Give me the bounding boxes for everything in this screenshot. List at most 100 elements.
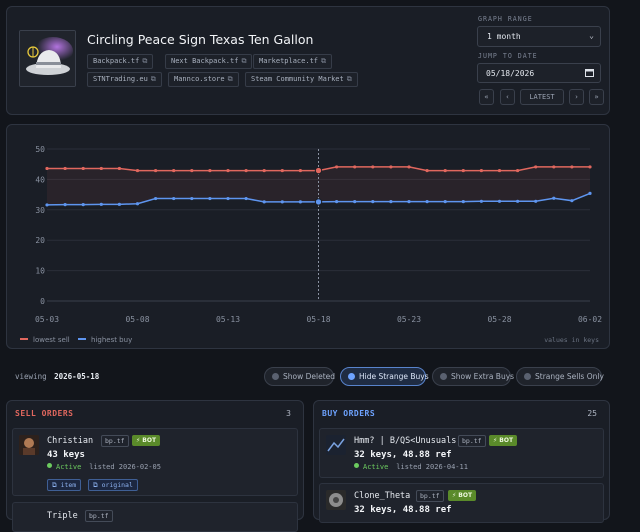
link-stntrading[interactable]: STNTrading.eu ⧉	[87, 72, 162, 87]
x-tick-label: 05-28	[487, 315, 511, 324]
avatar	[326, 490, 346, 510]
original-link[interactable]: ⧉ original	[88, 479, 138, 491]
x-tick-label: 05-13	[216, 315, 240, 324]
avatar	[19, 435, 39, 455]
data-point	[190, 196, 194, 201]
data-point	[389, 199, 393, 204]
order-username[interactable]: Clone_Theta	[354, 491, 410, 501]
avatar	[326, 435, 346, 455]
data-point	[154, 196, 158, 201]
order-card[interactable]: Christian bp.tf ⚡ BOT 43 keys Active list…	[12, 428, 298, 496]
data-point	[45, 203, 49, 207]
data-point	[208, 168, 212, 173]
show-extra-buys-toggle[interactable]: Show Extra Buys	[432, 367, 514, 386]
order-card[interactable]: Clone_Theta bp.tf ⚡ BOT 32 keys, 48.88 r…	[319, 483, 604, 523]
order-status: Active listed 2026-04-11	[354, 463, 468, 471]
data-point	[389, 165, 393, 169]
viewing-indicator: viewing 2026-05-18	[15, 372, 99, 381]
link-steam-community-market[interactable]: Steam Community Market ⧉	[245, 72, 358, 87]
y-tick-label: 10	[35, 267, 45, 276]
bptf-tag[interactable]: bp.tf	[101, 435, 129, 447]
status-active: Active	[47, 463, 81, 471]
jump-to-date-input[interactable]: 05/18/2026	[477, 63, 601, 83]
order-card[interactable]: Triple bp.tf	[12, 502, 298, 532]
data-point	[298, 200, 302, 204]
order-card[interactable]: Hmm? | B/QS<Unusuals bp.tf ⚡ BOT 32 keys…	[319, 428, 604, 478]
data-point	[407, 199, 411, 204]
bptf-tag[interactable]: bp.tf	[85, 510, 113, 522]
marker-point	[314, 166, 323, 175]
data-point	[280, 200, 284, 204]
nav-prev-button[interactable]: ‹	[500, 89, 515, 105]
data-point	[371, 199, 375, 204]
listed-date: listed 2026-02-05	[89, 463, 161, 471]
jump-to-date-label: JUMP TO DATE	[478, 52, 538, 60]
order-username[interactable]: Hmm? | B/QS<Unusuals	[354, 436, 456, 446]
bptf-tag[interactable]: bp.tf	[416, 490, 444, 502]
link-label: Next Backpack.tf	[171, 57, 239, 65]
graph-range-select[interactable]: 1 month ⌄	[477, 26, 601, 47]
data-point	[443, 168, 447, 173]
calendar-icon[interactable]	[585, 68, 594, 79]
nav-last-button[interactable]: »	[589, 89, 604, 105]
data-point	[461, 199, 465, 204]
data-point	[371, 165, 375, 169]
data-point	[45, 166, 49, 171]
data-point	[335, 199, 339, 204]
link-label: Backpack.tf	[93, 57, 140, 65]
listed-date: listed 2026-04-11	[396, 463, 468, 471]
external-link-icon: ⧉	[93, 481, 102, 489]
marker-point	[314, 198, 323, 206]
external-link-icon: ⧉	[346, 75, 352, 83]
external-link-icon: ⧉	[241, 57, 247, 65]
link-mannco-store[interactable]: Mannco.store ⧉	[168, 72, 239, 87]
external-link-icon: ⧉	[142, 57, 148, 65]
item-link[interactable]: ⧉ item	[47, 479, 82, 491]
bot-badge: ⚡ BOT	[448, 490, 477, 501]
data-point	[81, 166, 85, 171]
x-tick-label: 05-08	[125, 315, 149, 324]
data-point	[117, 202, 121, 206]
show-deleted-toggle[interactable]: Show Deleted	[264, 367, 335, 386]
y-tick-label: 20	[35, 236, 45, 245]
sell-orders-title: SELL ORDERS	[15, 409, 74, 418]
buy-orders-count: 25	[587, 409, 597, 418]
data-point	[570, 165, 574, 169]
order-username[interactable]: Christian	[47, 436, 93, 446]
x-tick-label: 05-23	[397, 315, 421, 324]
data-point	[262, 200, 266, 204]
data-point	[588, 191, 592, 195]
data-point	[99, 166, 103, 171]
y-tick-label: 50	[35, 145, 45, 154]
data-point	[135, 168, 140, 173]
link-marketplace-tf[interactable]: Marketplace.tf ⧉	[253, 54, 333, 69]
x-tick-label: 05-03	[35, 315, 59, 324]
item-header-panel: Circling Peace Sign Texas Ten Gallon Bac…	[6, 6, 610, 115]
data-point	[570, 199, 574, 203]
item-title: Circling Peace Sign Texas Ten Gallon	[87, 32, 314, 47]
link-label: Steam Community Market	[251, 75, 344, 83]
nav-first-button[interactable]: «	[479, 89, 494, 105]
y-tick-label: 30	[35, 206, 45, 215]
data-point	[63, 166, 67, 171]
viewing-date: 2026-05-18	[54, 372, 100, 381]
hide-strange-buys-toggle[interactable]: Hide Strange Buys	[340, 367, 429, 386]
x-tick-label: 06-02	[578, 315, 602, 324]
filter-label: Hide Strange Buys	[359, 372, 429, 381]
link-backpack-tf[interactable]: Backpack.tf ⧉	[87, 54, 154, 69]
chart-footnote: values in keys	[544, 336, 599, 344]
link-next-backpack-tf[interactable]: Next Backpack.tf ⧉	[165, 54, 253, 69]
bptf-tag[interactable]: bp.tf	[458, 435, 486, 447]
data-point	[497, 199, 502, 203]
data-point	[552, 165, 556, 169]
toggle-dot-icon	[272, 373, 279, 380]
data-point	[534, 165, 538, 169]
price-chart[interactable]: 0 10 20 30 40 50 05-03 05-08 05-13 05-18 05-23 05-2…	[7, 125, 611, 350]
data-point	[117, 166, 121, 171]
external-link-icon: ⧉	[52, 481, 61, 489]
viewing-label: viewing	[15, 372, 47, 381]
strange-sells-only-toggle[interactable]: Strange Sells Only	[516, 367, 604, 386]
nav-latest-button[interactable]: LATEST	[520, 89, 564, 105]
data-point	[497, 168, 502, 173]
nav-next-button[interactable]: ›	[569, 89, 584, 105]
